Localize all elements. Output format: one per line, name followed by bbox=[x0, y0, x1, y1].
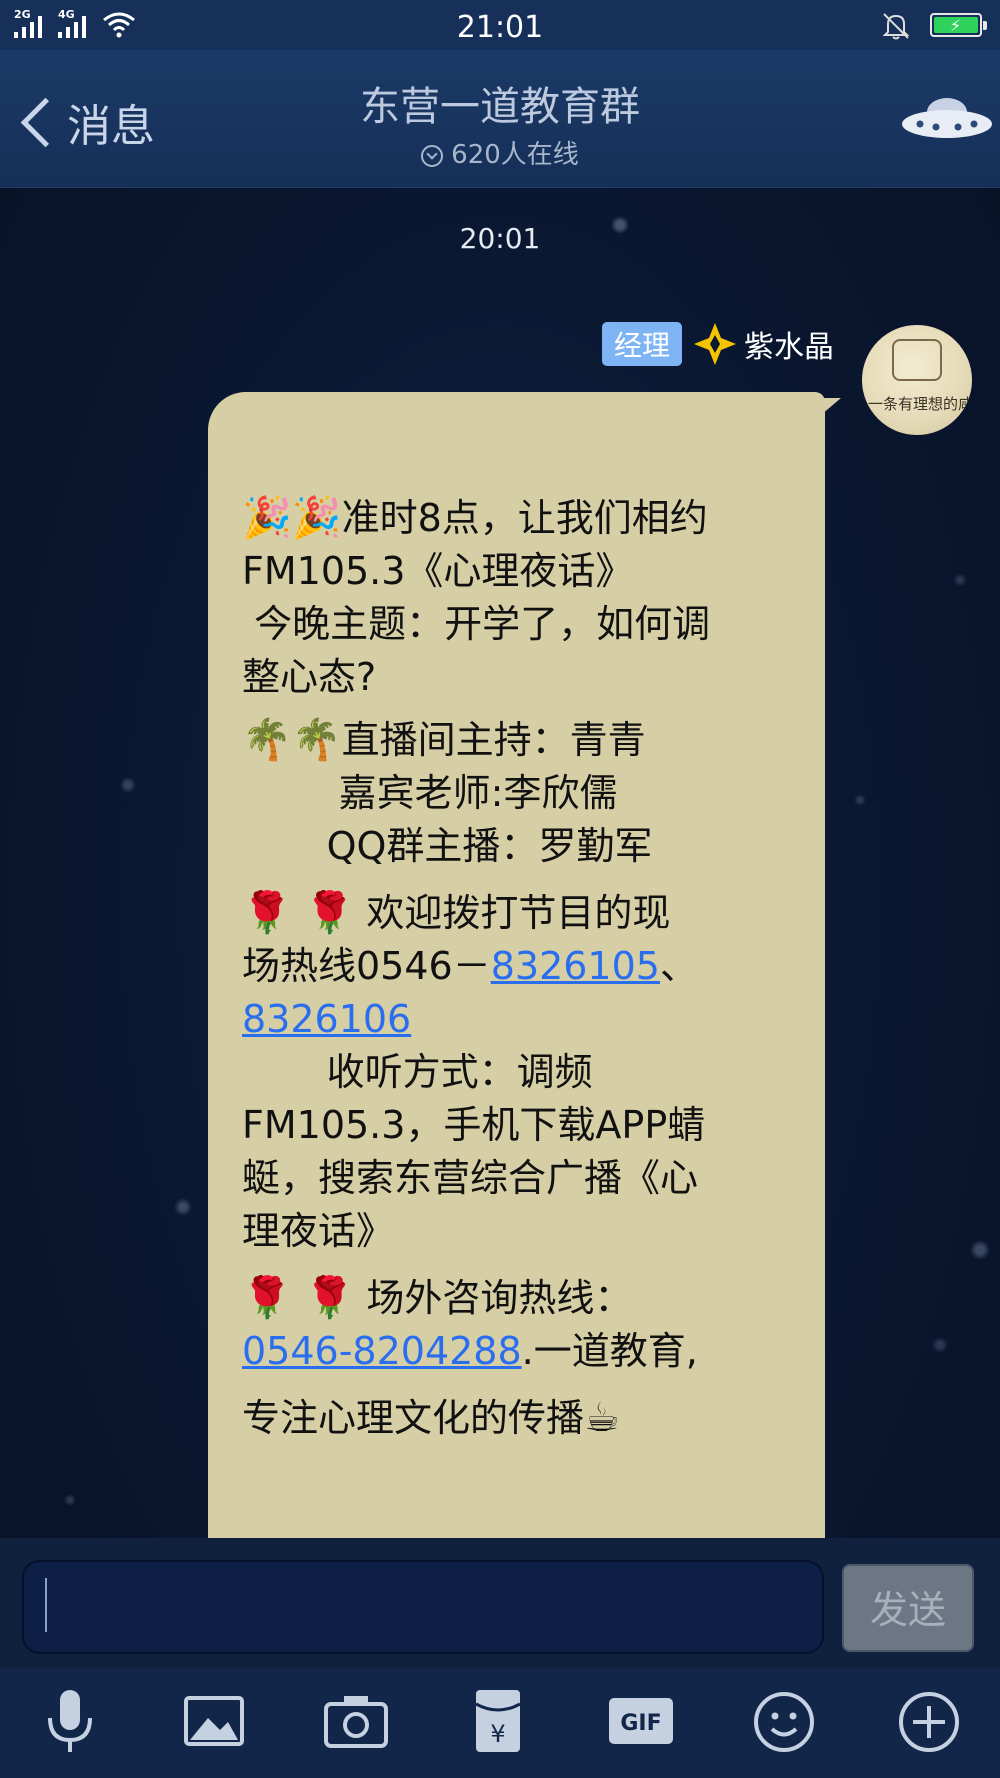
coffee-icon: ☕ bbox=[584, 1395, 620, 1441]
send-button[interactable]: 发送 bbox=[842, 1564, 974, 1652]
message-timestamp: 20:01 bbox=[459, 222, 541, 255]
chevron-circle-icon bbox=[421, 145, 444, 167]
message-text: 🎉🎉准时8点，让我们相约 FM105.3《心理夜话》 今晚主题：开学了，如何调 … bbox=[242, 492, 802, 1445]
message-line: 今晚主题：开学了，如何调 bbox=[242, 602, 711, 646]
party-popper-icon: 🎉🎉 bbox=[242, 495, 342, 541]
avatar-caption: 一条有理想的咸鱼 bbox=[868, 395, 972, 413]
camera-icon[interactable] bbox=[320, 1682, 392, 1762]
message-input[interactable] bbox=[22, 1560, 824, 1654]
svg-text:GIF: GIF bbox=[620, 1711, 661, 1736]
message-line: 欢迎拨打节目的现 bbox=[354, 891, 671, 935]
chat-header: 消息 东营一道教育群 620人在线 bbox=[0, 50, 1000, 188]
message-line: 专注心理文化的传播 bbox=[242, 1396, 585, 1440]
message-line: QQ群主播：罗勤军 bbox=[242, 824, 653, 868]
muted-bell-icon bbox=[882, 13, 910, 40]
rose-icon: 🌹 🌹 bbox=[242, 890, 355, 936]
message-line: 蜓，搜索东营综合广播《心 bbox=[242, 1156, 699, 1200]
message-line: .一道教育, bbox=[521, 1329, 698, 1373]
emoji-icon[interactable] bbox=[748, 1682, 820, 1762]
gif-icon[interactable]: GIF bbox=[605, 1682, 677, 1762]
text-cursor bbox=[45, 1578, 47, 1632]
battery-charging-icon: ⚡ bbox=[930, 13, 987, 37]
phone-link[interactable]: 8326106 bbox=[242, 997, 411, 1041]
message-line: FM105.3，手机下载APP蜻 bbox=[242, 1103, 706, 1147]
message-line: 收听方式：调频 bbox=[242, 1050, 593, 1094]
message-line: 嘉宾老师:李欣儒 bbox=[242, 771, 618, 815]
sender-avatar[interactable]: 一条有理想的咸鱼 bbox=[862, 325, 972, 435]
microphone-icon[interactable] bbox=[34, 1682, 106, 1762]
status-bar: 2G 4G 21:01 ⚡ bbox=[0, 0, 1000, 50]
image-icon[interactable] bbox=[178, 1682, 250, 1762]
phone-link[interactable]: 0546-8204288 bbox=[242, 1329, 522, 1373]
role-badge: 经理 bbox=[601, 322, 682, 366]
message-line: 直播间主持：青青 bbox=[341, 718, 646, 762]
message-line: 场热线0546－ bbox=[242, 944, 491, 988]
phone-link[interactable]: 8326105 bbox=[491, 944, 660, 988]
ufo-icon[interactable] bbox=[900, 90, 994, 146]
message-line: 准时8点，让我们相约 bbox=[341, 496, 708, 540]
message-line: 场外咨询热线： bbox=[354, 1276, 633, 1320]
plus-icon[interactable] bbox=[893, 1682, 965, 1762]
online-status[interactable]: 620人在线 bbox=[0, 134, 1000, 171]
message-line: 理夜话》 bbox=[242, 1209, 395, 1253]
message-line: 、 bbox=[659, 944, 698, 988]
sender-name[interactable]: 紫水晶 bbox=[744, 322, 834, 366]
online-count: 620人在线 bbox=[451, 140, 579, 170]
rose-icon: 🌹 🌹 bbox=[242, 1275, 355, 1321]
sender-info: 经理 紫水晶 bbox=[601, 322, 834, 366]
svg-text:¥: ¥ bbox=[490, 1720, 505, 1748]
status-time: 21:01 bbox=[456, 10, 544, 45]
palm-tree-icon: 🌴🌴 bbox=[242, 717, 342, 763]
cat-drawing-icon bbox=[892, 339, 942, 381]
message-line: FM105.3《心理夜话》 bbox=[242, 549, 634, 593]
level-star-icon bbox=[694, 323, 736, 365]
red-packet-icon[interactable]: ¥ bbox=[462, 1682, 534, 1762]
group-title[interactable]: 东营一道教育群 bbox=[0, 74, 1000, 132]
message-line: 整心态? bbox=[242, 655, 377, 699]
